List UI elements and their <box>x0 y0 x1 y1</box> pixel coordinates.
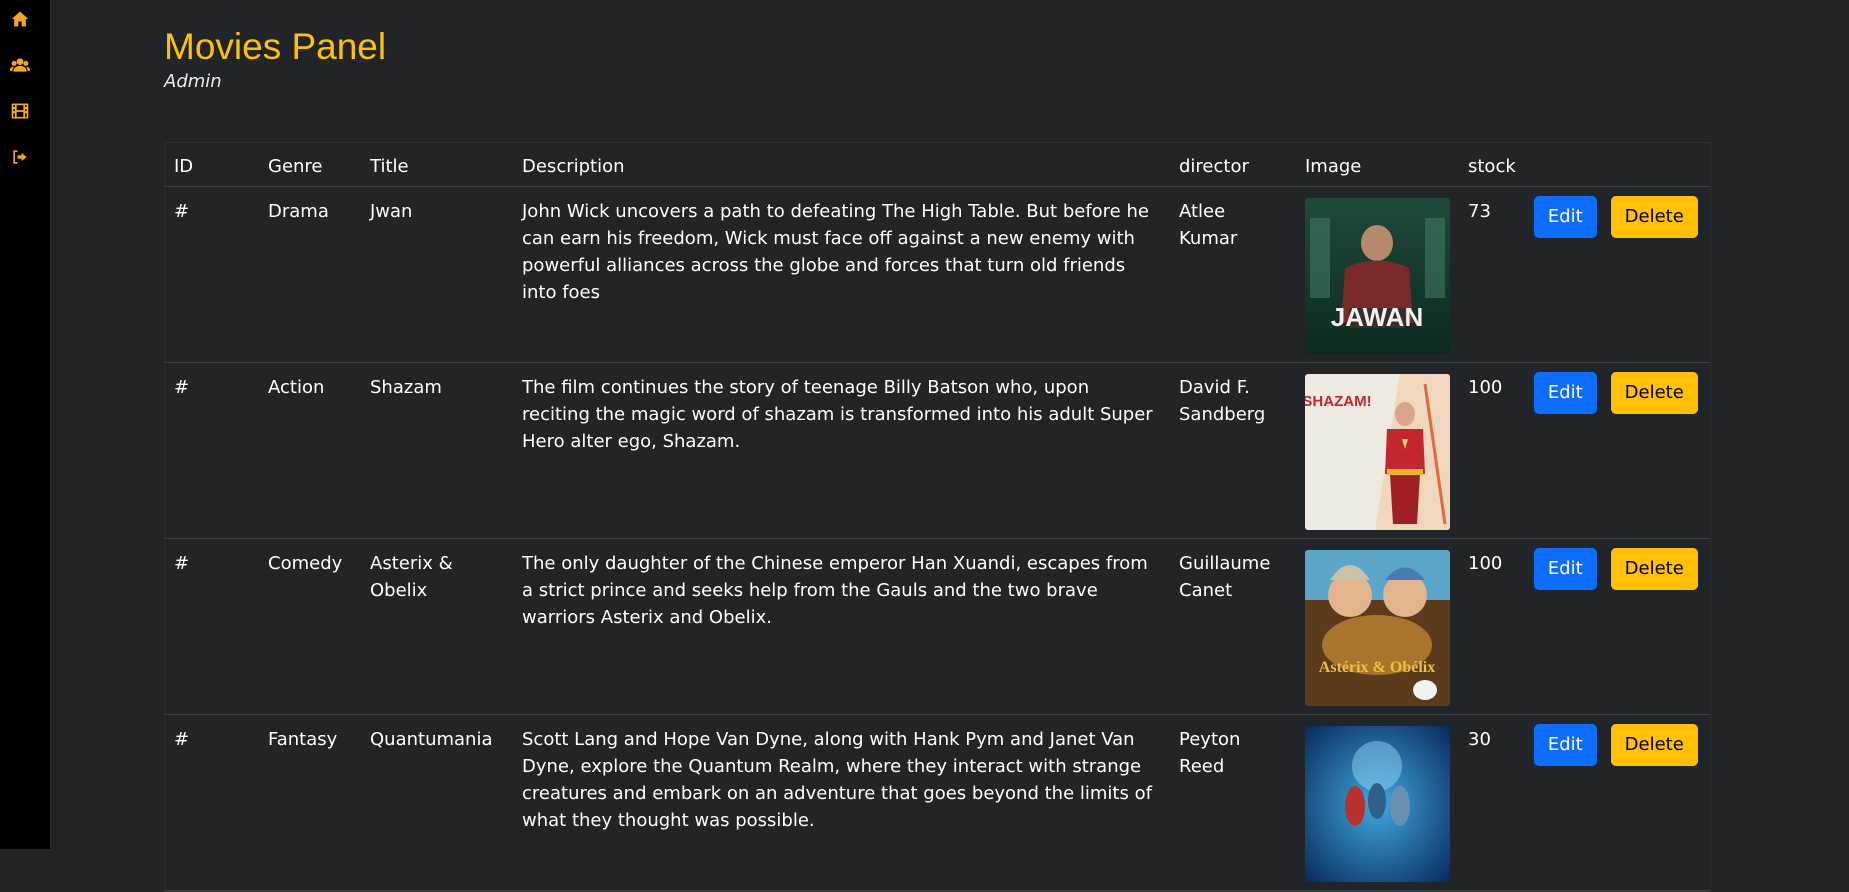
delete-button[interactable]: Delete <box>1610 372 1698 414</box>
cell-image: JAWAN <box>1296 186 1459 363</box>
sidebar <box>0 0 50 849</box>
cell-id: # <box>165 538 259 715</box>
cell-director: Atlee Kumar <box>1170 186 1296 363</box>
table-row: # Action Shazam The film continues the s… <box>165 362 1710 539</box>
cell-id: # <box>165 362 259 539</box>
header-image: Image <box>1296 143 1459 187</box>
cell-image: Astérix & Obélix <box>1296 538 1459 715</box>
cell-title: Shazam <box>361 362 513 539</box>
cell-director: Peyton Reed <box>1170 714 1296 891</box>
cell-description: The only daughter of the Chinese emperor… <box>513 538 1170 715</box>
edit-button[interactable]: Edit <box>1533 548 1597 590</box>
table-header-row: ID Genre Title Description director Imag… <box>165 143 1710 187</box>
cell-director: Guillaume Canet <box>1170 538 1296 715</box>
header-stock: stock <box>1459 143 1525 187</box>
cell-director: David F. Sandberg <box>1170 362 1296 539</box>
main-content: Movies Panel Admin ID Genre Title Descri… <box>164 0 1711 892</box>
movie-poster-image: Astérix & Obélix <box>1305 550 1450 706</box>
cell-description: Scott Lang and Hope Van Dyne, along with… <box>513 714 1170 891</box>
cell-stock: 100 <box>1459 362 1525 539</box>
header-title: Title <box>361 143 513 187</box>
header-actions <box>1524 143 1710 187</box>
movie-poster-image <box>1305 726 1450 882</box>
cell-image <box>1296 714 1459 891</box>
poster-title-text: Astérix & Obélix <box>1319 659 1435 676</box>
page-title: Movies Panel <box>164 26 387 67</box>
header-description: Description <box>513 143 1170 187</box>
cell-genre: Action <box>259 362 361 539</box>
cell-genre: Fantasy <box>259 714 361 891</box>
delete-button[interactable]: Delete <box>1610 724 1698 766</box>
table-row: # Fantasy Quantumania Scott Lang and Hop… <box>165 714 1710 891</box>
movie-poster-image: SHAZAM! <box>1305 374 1450 530</box>
table-row: # Comedy Asterix & Obelix The only daugh… <box>165 538 1710 715</box>
cell-stock: 73 <box>1459 186 1525 363</box>
cell-image: SHAZAM! <box>1296 362 1459 539</box>
cell-actions: Edit Delete <box>1524 362 1710 539</box>
cell-title: Jwan <box>361 186 513 363</box>
cell-genre: Comedy <box>259 538 361 715</box>
edit-button[interactable]: Edit <box>1533 196 1597 238</box>
page-subtitle: Admin <box>164 71 222 92</box>
home-icon[interactable] <box>9 8 31 30</box>
poster-title-text: JAWAN <box>1331 302 1423 332</box>
cell-id: # <box>165 186 259 363</box>
movie-poster-image: JAWAN <box>1305 198 1450 354</box>
cell-actions: Edit Delete <box>1524 538 1710 715</box>
poster-title-text: SHAZAM! <box>1305 393 1372 410</box>
delete-button[interactable]: Delete <box>1610 196 1698 238</box>
cell-actions: Edit Delete <box>1524 714 1710 891</box>
cell-genre: Drama <box>259 186 361 363</box>
movies-table-container: ID Genre Title Description director Imag… <box>164 142 1711 892</box>
edit-button[interactable]: Edit <box>1533 724 1597 766</box>
edit-button[interactable]: Edit <box>1533 372 1597 414</box>
cell-stock: 30 <box>1459 714 1525 891</box>
film-icon[interactable] <box>9 100 31 122</box>
header-id: ID <box>165 143 259 187</box>
table-row: # Drama Jwan John Wick uncovers a path t… <box>165 186 1710 363</box>
cell-id: # <box>165 714 259 891</box>
cell-actions: Edit Delete <box>1524 186 1710 363</box>
delete-button[interactable]: Delete <box>1610 548 1698 590</box>
header-genre: Genre <box>259 143 361 187</box>
cell-title: Asterix & Obelix <box>361 538 513 715</box>
cell-stock: 100 <box>1459 538 1525 715</box>
cell-title: Quantumania <box>361 714 513 891</box>
movies-table: ID Genre Title Description director Imag… <box>165 143 1710 891</box>
cell-description: The film continues the story of teenage … <box>513 362 1170 539</box>
logout-icon[interactable] <box>9 146 31 168</box>
header-director: director <box>1170 143 1296 187</box>
cell-description: John Wick uncovers a path to defeating T… <box>513 186 1170 363</box>
users-icon[interactable] <box>9 54 31 76</box>
